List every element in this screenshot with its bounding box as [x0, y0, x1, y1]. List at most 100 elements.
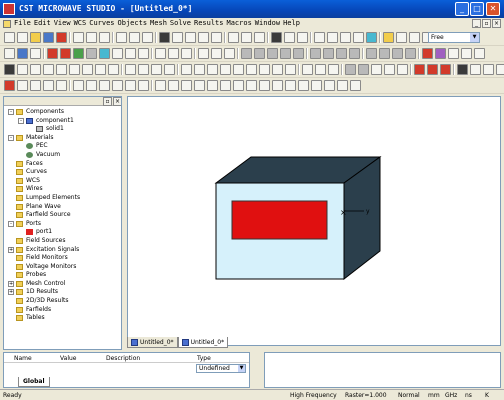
toolbar-button-icon[interactable] [108, 64, 119, 75]
tree-item-tables[interactable]: Tables [4, 314, 121, 323]
toolbar-button-icon[interactable] [151, 64, 162, 75]
toolbar-button-icon[interactable] [95, 64, 106, 75]
toolbar-button-icon[interactable] [125, 80, 136, 91]
menu-wcs[interactable]: WCS [74, 19, 87, 27]
maximize-button[interactable]: □ [470, 2, 484, 16]
toolbar-button-icon[interactable] [116, 32, 127, 43]
toolbar-button-icon[interactable] [366, 48, 377, 59]
toolbar-button-icon[interactable] [17, 48, 28, 59]
toolbar-button-icon[interactable] [285, 80, 296, 91]
toolbar-button-icon[interactable] [461, 48, 472, 59]
toolbar-button-icon[interactable] [73, 48, 84, 59]
toolbar-button-icon[interactable] [181, 80, 192, 91]
toolbar-button-icon[interactable] [254, 48, 265, 59]
tree-item-1d-results[interactable]: +1D Results [4, 288, 121, 297]
toolbar-button-icon[interactable] [194, 80, 205, 91]
menu-solve[interactable]: Solve [170, 19, 191, 27]
toolbar-button-icon[interactable] [397, 64, 408, 75]
toolbar-button-icon[interactable] [285, 64, 296, 75]
tree-item-port1[interactable]: port1 [4, 228, 121, 237]
view-mode-select[interactable]: Free ▼ [428, 32, 480, 43]
toolbar-button-icon[interactable] [241, 48, 252, 59]
toolbar-button-icon[interactable] [138, 80, 149, 91]
toolbar-button-icon[interactable] [129, 32, 140, 43]
toolbar-button-icon[interactable] [384, 64, 395, 75]
toolbar-button-icon[interactable] [30, 48, 41, 59]
toolbar-button-icon[interactable] [440, 64, 451, 75]
collapse-icon[interactable]: - [18, 117, 24, 124]
toolbar-button-icon[interactable] [246, 80, 257, 91]
toolbar-button-icon[interactable] [164, 64, 175, 75]
toolbar-button-icon[interactable] [336, 48, 347, 59]
toolbar-button-icon[interactable] [396, 32, 407, 43]
tab-untitled-1[interactable]: Untitled_0* [127, 337, 178, 348]
toolbar-button-icon[interactable] [86, 80, 97, 91]
toolbar-button-icon[interactable] [271, 32, 282, 43]
toolbar-button-icon[interactable] [310, 48, 321, 59]
3d-viewport[interactable]: × y [127, 96, 501, 346]
toolbar-button-icon[interactable] [259, 80, 270, 91]
toolbar-button-icon[interactable] [30, 32, 41, 43]
tree-item-wcs[interactable]: WCS [4, 177, 121, 186]
param-header-name[interactable]: Name [14, 355, 32, 362]
toolbar-button-icon[interactable] [427, 64, 438, 75]
param-header-description[interactable]: Description [106, 355, 140, 362]
toolbar-button-icon[interactable] [314, 32, 325, 43]
expand-icon[interactable]: + [8, 280, 14, 287]
toolbar-button-icon[interactable] [168, 48, 179, 59]
menu-objects[interactable]: Objects [118, 19, 148, 27]
toolbar-button-icon[interactable] [60, 48, 71, 59]
mdi-restore-button[interactable]: ▫ [482, 19, 491, 28]
toolbar-button-icon[interactable] [414, 64, 425, 75]
toolbar-button-icon[interactable] [311, 80, 322, 91]
param-type-select[interactable]: Undefined ▼ [196, 364, 246, 373]
toolbar-button-icon[interactable] [228, 32, 239, 43]
tree-item-components[interactable]: - Components [4, 108, 121, 117]
toolbar-button-icon[interactable] [125, 48, 136, 59]
toolbar-button-icon[interactable] [43, 80, 54, 91]
toolbar-button-icon[interactable] [267, 48, 278, 59]
toolbar-button-icon[interactable] [224, 48, 235, 59]
toolbar-button-icon[interactable] [56, 80, 67, 91]
toolbar-button-icon[interactable] [181, 64, 192, 75]
tree-item-materials[interactable]: - Materials [4, 134, 121, 143]
toolbar-button-icon[interactable] [297, 32, 308, 43]
tree-item-excitation-signals[interactable]: + Excitation Signals [4, 246, 121, 255]
toolbar-button-icon[interactable] [4, 48, 15, 59]
toolbar-button-icon[interactable] [112, 48, 123, 59]
toolbar-button-icon[interactable] [315, 64, 326, 75]
toolbar-button-icon[interactable] [4, 64, 15, 75]
toolbar-button-icon[interactable] [233, 64, 244, 75]
tree-item-farfield-source[interactable]: Farfield Source [4, 211, 121, 220]
toolbar-button-icon[interactable] [211, 32, 222, 43]
toolbar-button-icon[interactable] [112, 80, 123, 91]
toolbar-button-icon[interactable] [211, 48, 222, 59]
toolbar-button-icon[interactable] [422, 48, 433, 59]
toolbar-button-icon[interactable] [43, 32, 54, 43]
toolbar-button-icon[interactable] [350, 80, 361, 91]
expand-icon[interactable]: + [8, 289, 14, 296]
toolbar-button-icon[interactable] [337, 80, 348, 91]
toolbar-button-icon[interactable] [366, 32, 377, 43]
tree-item-curves[interactable]: Curves [4, 168, 121, 177]
toolbar-button-icon[interactable] [17, 80, 28, 91]
collapse-icon[interactable]: - [8, 134, 14, 141]
toolbar-button-icon[interactable] [246, 64, 257, 75]
toolbar-button-icon[interactable] [340, 32, 351, 43]
toolbar-button-icon[interactable] [198, 48, 209, 59]
menu-curves[interactable]: Curves [89, 19, 114, 27]
tree-item-2d-3d-results[interactable]: 2D/3D Results [4, 297, 121, 306]
toolbar-button-icon[interactable] [155, 48, 166, 59]
toolbar-button-icon[interactable] [86, 32, 97, 43]
tree-item-ports[interactable]: - Ports [4, 220, 121, 229]
toolbar-button-icon[interactable] [30, 80, 41, 91]
tree-item-mesh-control[interactable]: + Mesh Control [4, 280, 121, 289]
toolbar-button-icon[interactable] [272, 80, 283, 91]
toolbar-button-icon[interactable] [345, 64, 356, 75]
tree-item-field-monitors[interactable]: Field Monitors [4, 254, 121, 263]
toolbar-button-icon[interactable] [280, 48, 291, 59]
toolbar-button-icon[interactable] [220, 80, 231, 91]
menu-file[interactable]: File [14, 19, 31, 27]
toolbar-button-icon[interactable] [159, 32, 170, 43]
menu-macros[interactable]: Macros [227, 19, 252, 27]
